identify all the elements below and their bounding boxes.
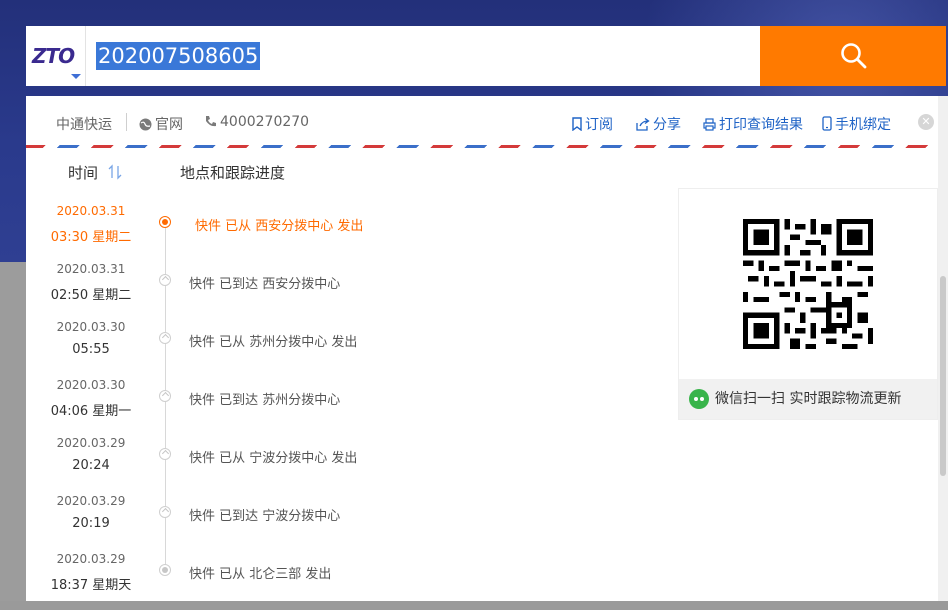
origin-dot-icon bbox=[159, 564, 171, 576]
scrollbar-thumb[interactable] bbox=[940, 276, 946, 476]
timeline-event: 2020.03.29 18:37 星期天 快件 已从 北仑三部 发出 bbox=[26, 552, 666, 610]
sort-icon[interactable] bbox=[108, 164, 122, 180]
event-description: 快件 已从 西安分拨中心 发出 bbox=[195, 219, 364, 234]
event-date: 2020.03.31 bbox=[56, 204, 126, 218]
event-description: 快件 已到达 宁波分拨中心 bbox=[189, 509, 341, 524]
subscribe-label: 订阅 bbox=[585, 117, 613, 133]
event-date: 2020.03.30 bbox=[56, 320, 126, 334]
event-date: 2020.03.30 bbox=[56, 378, 126, 392]
airmail-divider bbox=[26, 145, 946, 148]
chevron-up-icon bbox=[159, 448, 171, 460]
event-date: 2020.03.31 bbox=[56, 262, 126, 276]
search-icon bbox=[841, 43, 867, 69]
printer-icon bbox=[703, 118, 716, 131]
qr-caption-text: 微信扫一扫 实时跟踪物流更新 bbox=[715, 391, 902, 407]
event-time: 02:50 星期二 bbox=[50, 288, 132, 303]
phone-label: 4000270270 bbox=[220, 114, 310, 130]
chevron-up-icon bbox=[159, 332, 171, 344]
timeline-event: 2020.03.29 20:19 快件 已到达 宁波分拨中心 bbox=[26, 494, 666, 552]
search-input[interactable]: 202007508605 bbox=[96, 42, 261, 70]
carrier-selector[interactable]: ZTO bbox=[26, 26, 86, 86]
event-description: 快件 已到达 西安分拨中心 bbox=[189, 277, 341, 292]
print-label: 打印查询结果 bbox=[719, 117, 803, 133]
progress-column-header: 地点和跟踪进度 bbox=[180, 164, 286, 182]
company-name: 中通快运 bbox=[56, 117, 112, 133]
tracking-panel: 中通快运 官网 4000270270 订阅 分享 打印查询结果 手机绑定 ✕ 时… bbox=[26, 96, 946, 601]
qr-caption: 微信扫一扫 实时跟踪物流更新 bbox=[679, 379, 937, 419]
event-description: 快件 已到达 苏州分拨中心 bbox=[189, 393, 341, 408]
mobile-icon bbox=[822, 116, 832, 131]
print-link[interactable]: 打印查询结果 bbox=[703, 114, 803, 134]
bind-phone-link[interactable]: 手机绑定 bbox=[822, 114, 891, 134]
search-bar: ZTO 202007508605 bbox=[26, 26, 946, 86]
divider bbox=[126, 113, 127, 131]
subscribe-link[interactable]: 订阅 bbox=[572, 114, 613, 134]
zto-logo: ZTO bbox=[32, 44, 75, 68]
qr-code-icon bbox=[743, 219, 873, 349]
scrollbar[interactable] bbox=[938, 96, 948, 601]
timeline-event: 2020.03.30 04:06 星期一 快件 已到达 苏州分拨中心 bbox=[26, 378, 666, 436]
event-time: 20:24 bbox=[72, 458, 110, 473]
time-column-header: 时间 bbox=[68, 164, 99, 182]
current-status-dot-icon bbox=[159, 216, 171, 228]
chevron-down-icon bbox=[71, 74, 81, 79]
event-time: 05:55 bbox=[72, 342, 110, 357]
timeline-event: 2020.03.29 20:24 快件 已从 宁波分拨中心 发出 bbox=[26, 436, 666, 494]
timeline-event: 2020.03.31 02:50 星期二 快件 已到达 西安分拨中心 bbox=[26, 262, 666, 320]
event-date: 2020.03.29 bbox=[56, 552, 126, 566]
chevron-up-icon bbox=[159, 390, 171, 402]
toolbar: 中通快运 官网 4000270270 订阅 分享 打印查询结果 手机绑定 ✕ bbox=[26, 96, 946, 146]
bind-phone-label: 手机绑定 bbox=[835, 117, 891, 133]
website-link[interactable]: 官网 bbox=[139, 114, 183, 134]
globe-icon bbox=[139, 118, 152, 131]
timeline-event: 2020.03.31 03:30 星期二 快件 已从 西安分拨中心 发出 bbox=[26, 204, 666, 262]
share-link[interactable]: 分享 bbox=[636, 114, 681, 134]
event-time: 20:19 bbox=[72, 516, 110, 531]
timeline-event: 2020.03.30 05:55 快件 已从 苏州分拨中心 发出 bbox=[26, 320, 666, 378]
bookmark-icon bbox=[572, 117, 582, 131]
search-button[interactable] bbox=[760, 26, 946, 86]
event-description: 快件 已从 苏州分拨中心 发出 bbox=[189, 335, 358, 350]
event-date: 2020.03.29 bbox=[56, 494, 126, 508]
event-date: 2020.03.29 bbox=[56, 436, 126, 450]
event-time: 18:37 星期天 bbox=[50, 578, 132, 593]
phone-icon bbox=[206, 116, 216, 127]
chevron-up-icon bbox=[159, 274, 171, 286]
event-description: 快件 已从 宁波分拨中心 发出 bbox=[189, 451, 358, 466]
website-label: 官网 bbox=[155, 117, 183, 133]
chevron-up-icon bbox=[159, 506, 171, 518]
event-time: 04:06 星期一 bbox=[50, 404, 132, 419]
event-time: 03:30 星期二 bbox=[50, 230, 132, 245]
phone-number: 4000270270 bbox=[204, 114, 309, 130]
event-description: 快件 已从 北仑三部 发出 bbox=[189, 567, 332, 582]
wechat-qr-card: 微信扫一扫 实时跟踪物流更新 bbox=[678, 188, 938, 420]
share-icon bbox=[636, 118, 650, 131]
wechat-icon bbox=[689, 389, 709, 409]
share-label: 分享 bbox=[653, 117, 681, 133]
close-icon[interactable]: ✕ bbox=[918, 114, 934, 130]
